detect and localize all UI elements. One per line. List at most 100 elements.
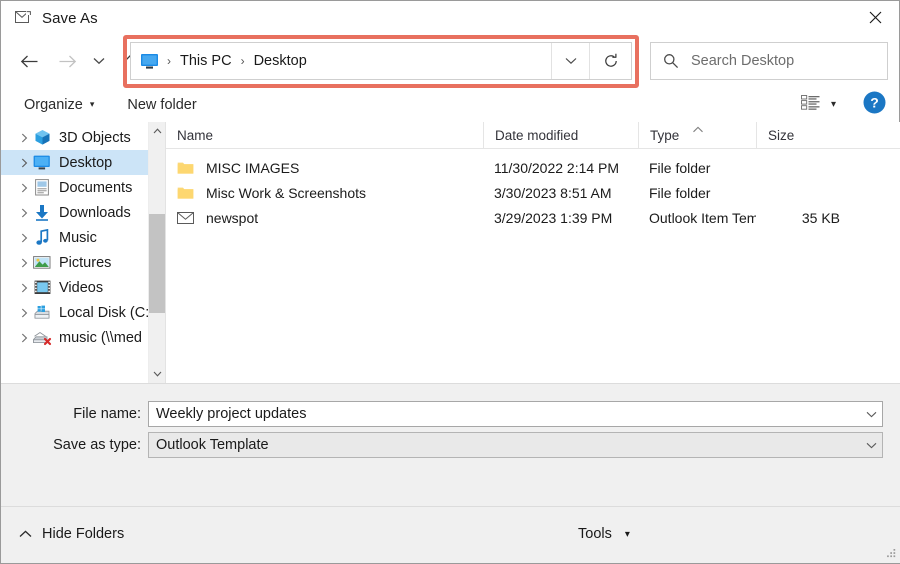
resize-grip[interactable] [884,547,897,560]
music-icon [32,229,52,247]
column-header-name[interactable]: Name [166,122,483,148]
breadcrumb-this-pc[interactable]: This PC [178,51,234,71]
tools-button[interactable]: Tools ▾ [578,526,630,542]
dialog-content: 3D Objects Desktop Documents Downloads M… [1,122,900,383]
envelope-icon [177,209,196,226]
hide-folders-button[interactable]: Hide Folders [19,526,124,542]
close-button[interactable] [852,1,899,34]
sidebar-item-pictures[interactable]: Pictures [1,250,165,275]
column-header-label: Name [177,127,214,143]
table-row[interactable]: MISC IMAGES 11/30/2022 2:14 PM File fold… [166,155,900,180]
local-disk-icon [32,304,52,322]
chevron-right-icon[interactable] [16,158,32,168]
column-header-size[interactable]: Size [756,122,856,148]
file-list-pane: Name Date modified Type Size MISC IMAGES… [166,122,900,383]
sidebar-item-label: 3D Objects [59,129,131,146]
navigation-pane-scrollbar[interactable] [148,122,165,383]
pictures-icon [32,254,52,272]
view-options-button[interactable]: ▾ [796,94,841,115]
column-header-label: Date modified [495,127,579,143]
sidebar-item-documents[interactable]: Documents [1,175,165,200]
file-name-field[interactable]: Weekly project updates [148,401,883,427]
file-type-cell: File folder [649,159,711,176]
chevron-right-icon[interactable] [16,333,32,343]
chevron-right-icon[interactable] [16,283,32,293]
file-name-label: File name: [73,406,141,422]
back-arrow-icon[interactable] [14,44,44,78]
this-pc-monitor-icon [140,53,160,70]
window-title: Save As [42,9,98,27]
new-folder-button[interactable]: New folder [120,91,203,118]
sidebar-item-label: Videos [59,279,104,296]
file-type-cell: File folder [649,184,711,201]
save-as-type-value: Outlook Template [156,437,269,453]
column-header-type[interactable]: Type [638,122,756,148]
recent-locations-chevron-icon[interactable] [88,44,110,78]
chevron-right-icon[interactable] [16,233,32,243]
help-button[interactable]: ? [863,91,886,119]
sidebar-item-local-disk-c[interactable]: Local Disk (C: [1,300,165,325]
column-header-date-modified[interactable]: Date modified [483,122,638,148]
scrollbar-thumb[interactable] [149,214,165,313]
sidebar-item-label: Pictures [59,254,112,271]
file-name-text: MISC IMAGES [206,159,300,176]
chevron-right-icon[interactable] [16,308,32,318]
toolbar: Organize ▾ New folder ▾ ? [1,87,899,122]
sidebar-item-videos[interactable]: Videos [1,275,165,300]
file-name-value[interactable]: Weekly project updates [149,406,860,422]
chevron-right-icon[interactable] [16,133,32,143]
chevron-right-icon[interactable] [16,258,32,268]
tools-label: Tools [578,526,612,542]
toolbar-right-group: ▾ ? [796,87,886,122]
new-folder-label: New folder [127,96,197,113]
sort-ascending-icon [692,121,704,136]
downloads-icon [32,204,52,222]
navigation-pane: 3D Objects Desktop Documents Downloads M… [1,122,165,383]
column-header-label: Size [768,127,795,143]
sidebar-item-label: Music [59,229,97,246]
sidebar-item-label: Documents [59,179,133,196]
breadcrumb[interactable]: › This PC › Desktop [131,43,551,79]
scroll-up-icon[interactable] [149,122,165,140]
chevron-down-icon: ▾ [89,99,95,109]
sidebar-item-label: music (\\med [59,329,142,346]
sidebar-item-music[interactable]: Music [1,225,165,250]
address-dropdown-icon[interactable] [551,43,589,79]
file-date-cell: 11/30/2022 2:14 PM [494,159,620,176]
address-bar[interactable]: › This PC › Desktop [130,42,632,80]
table-row[interactable]: Misc Work & Screenshots 3/30/2023 8:51 A… [166,180,900,205]
documents-icon [32,179,52,197]
refresh-icon[interactable] [589,43,631,79]
sidebar-item-desktop[interactable]: Desktop [1,150,165,175]
file-rows: MISC IMAGES 11/30/2022 2:14 PM File fold… [166,149,900,230]
chevron-right-icon[interactable] [16,208,32,218]
table-row[interactable]: newspot 3/29/2023 1:39 PM Outlook Item T… [166,205,900,230]
hide-folders-label: Hide Folders [42,526,125,542]
chevron-down-icon: ▾ [624,528,630,540]
search-input[interactable]: Search Desktop [650,42,888,80]
file-name-cell: Misc Work & Screenshots [166,184,483,201]
folder-tree: 3D Objects Desktop Documents Downloads M… [1,122,165,350]
sidebar-item-label: Desktop [59,154,113,171]
file-name-text: Misc Work & Screenshots [206,184,367,201]
svg-text:?: ? [870,94,879,110]
column-headers: Name Date modified Type Size [166,122,900,149]
scroll-down-icon[interactable] [149,365,165,383]
sidebar-item-label: Local Disk (C: [59,304,150,321]
search-placeholder: Search Desktop [691,53,795,69]
sidebar-item-downloads[interactable]: Downloads [1,200,165,225]
save-form: File name: Weekly project updates Save a… [1,383,900,506]
sidebar-item-3d-objects[interactable]: 3D Objects [1,125,165,150]
folder-icon [177,159,196,176]
organize-button[interactable]: Organize ▾ [17,91,101,118]
breadcrumb-desktop[interactable]: Desktop [252,51,309,71]
sidebar-item-music-network[interactable]: music (\\med [1,325,165,350]
chevron-down-icon[interactable] [860,402,882,426]
list-view-icon [801,94,820,115]
videos-icon [32,279,52,297]
file-name-cell: MISC IMAGES [166,159,483,176]
save-as-type-dropdown[interactable]: Outlook Template [148,432,883,458]
chevron-right-icon[interactable] [16,183,32,193]
chevron-down-icon[interactable] [860,433,882,457]
file-date-cell: 3/30/2023 8:51 AM [494,184,612,201]
